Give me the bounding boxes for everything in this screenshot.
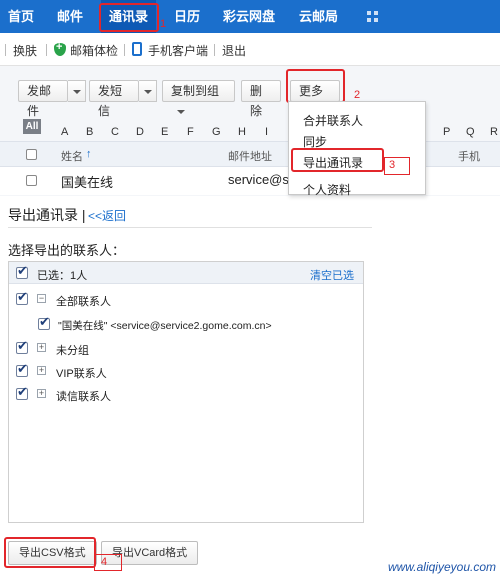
copy-to-group-button[interactable]: 复制到组 <box>162 80 235 114</box>
send-mail-dropdown[interactable] <box>68 80 86 102</box>
divider <box>214 44 215 56</box>
nav-mail[interactable]: 邮件 <box>57 0 83 33</box>
annotation-label-box-4 <box>94 554 122 571</box>
annotation-label-4: 4 <box>101 556 108 568</box>
sub-toolbar: 换肤 邮箱体检 手机客户端 退出 <box>0 33 500 66</box>
send-sms-dropdown[interactable] <box>139 80 157 102</box>
contact-checkbox[interactable] <box>38 314 50 330</box>
group-checkbox-vip[interactable] <box>16 361 28 377</box>
send-sms-button[interactable]: 发短信 <box>89 80 139 118</box>
logout-link[interactable]: 退出 <box>222 42 246 59</box>
alpha-filter-b[interactable]: B <box>86 126 93 138</box>
copy-to-group-label: 复制到组 <box>171 84 220 98</box>
health-check-link[interactable]: 邮箱体检 <box>70 42 118 59</box>
contact-email: service@s <box>228 172 289 187</box>
alpha-filter-p[interactable]: P <box>443 126 450 138</box>
nav-cloud-drive[interactable]: 彩云网盘 <box>223 0 275 33</box>
divider <box>46 44 47 56</box>
delete-button[interactable]: 删除 <box>241 80 281 118</box>
annotation-box-3 <box>291 148 384 172</box>
watermark: www.aliqiyeyou.com <box>387 560 496 574</box>
caret-down-icon <box>73 90 81 94</box>
group-label-all: 全部联系人 <box>56 296 111 308</box>
column-name[interactable]: 姓名 <box>61 148 83 164</box>
alpha-filter-d[interactable]: D <box>136 126 144 138</box>
nav-calendar[interactable]: 日历 <box>174 0 200 33</box>
nav-home[interactable]: 首页 <box>8 0 34 33</box>
alpha-filter-r[interactable]: R <box>490 126 498 138</box>
alpha-filter-f[interactable]: F <box>187 126 194 138</box>
shield-icon <box>54 41 66 56</box>
alpha-filter-q[interactable]: Q <box>466 126 475 138</box>
expand-icon[interactable]: + <box>37 389 46 398</box>
annotation-label-box-3 <box>384 157 410 175</box>
annotation-box-2 <box>286 69 345 103</box>
selected-count: 已选：1人 <box>37 270 88 282</box>
alpha-filter-a[interactable]: A <box>61 126 68 138</box>
contact-name: 国美在线 <box>61 175 114 190</box>
top-nav: 首页 邮件 通讯录 日历 彩云网盘 云邮局 <box>0 0 500 33</box>
send-mail-button[interactable]: 发邮件 <box>18 80 68 118</box>
title-separator: | <box>81 207 86 223</box>
caret-down-icon <box>177 109 185 114</box>
selection-summary: 已选：1人 清空已选 <box>9 262 363 284</box>
nav-cloud-post[interactable]: 云邮局 <box>299 0 338 33</box>
skin-link[interactable]: 换肤 <box>13 42 37 59</box>
group-checkbox-readers[interactable] <box>16 384 28 400</box>
group-checkbox-all[interactable] <box>16 289 28 305</box>
delete-label: 删除 <box>250 84 263 118</box>
alpha-filter-all[interactable]: All <box>23 119 41 134</box>
annotation-label-3: 3 <box>389 159 396 171</box>
group-label-ungrouped: 未分组 <box>56 345 89 357</box>
selected-checkbox[interactable] <box>16 263 28 279</box>
export-title: 导出通讯录 | <box>8 205 86 225</box>
grid-icon[interactable] <box>367 11 379 23</box>
menu-item-merge-contacts[interactable]: 合并联系人 <box>303 112 363 129</box>
phone-icon <box>132 42 142 56</box>
group-label-readers: 读信联系人 <box>56 391 111 403</box>
alpha-filter-e[interactable]: E <box>161 126 168 138</box>
alpha-filter-h[interactable]: H <box>238 126 246 138</box>
group-checkbox-ungrouped[interactable] <box>16 338 28 354</box>
menu-item-profile[interactable]: 个人资料 <box>303 181 351 198</box>
back-link[interactable]: <<返回 <box>88 207 126 224</box>
mobile-client-link[interactable]: 手机客户端 <box>148 42 208 59</box>
choose-contacts-label: 选择导出的联系人： <box>8 243 126 258</box>
annotation-label-1: 1 <box>160 18 167 30</box>
export-title-text: 导出通讯录 <box>8 207 78 223</box>
contact-entry: "国美在线" <service@service2.gome.com.cn> <box>58 320 272 332</box>
annotation-label-2: 2 <box>354 89 361 101</box>
collapse-icon[interactable]: − <box>37 294 46 303</box>
annotation-box-4 <box>4 537 96 568</box>
column-phone[interactable]: 手机 <box>458 148 480 164</box>
divider <box>8 227 372 228</box>
alpha-filter-i[interactable]: I <box>265 126 268 138</box>
contact-selection-list: 已选：1人 清空已选 − 全部联系人 "国美在线" <service@servi… <box>8 261 364 523</box>
group-label-vip: VIP联系人 <box>56 368 107 380</box>
alpha-filter-g[interactable]: G <box>212 126 221 138</box>
sort-arrow-icon[interactable]: ↑ <box>86 148 92 160</box>
clear-selected-link[interactable]: 清空已选 <box>310 267 354 283</box>
divider <box>124 44 125 56</box>
select-all-checkbox[interactable] <box>26 149 37 160</box>
caret-down-icon <box>144 90 152 94</box>
annotation-box-1 <box>99 3 159 32</box>
divider <box>5 44 6 56</box>
alpha-filter-c[interactable]: C <box>111 126 119 138</box>
row-checkbox[interactable] <box>26 175 37 186</box>
column-email[interactable]: 邮件地址 <box>228 148 272 164</box>
expand-icon[interactable]: + <box>37 366 46 375</box>
expand-icon[interactable]: + <box>37 343 46 352</box>
